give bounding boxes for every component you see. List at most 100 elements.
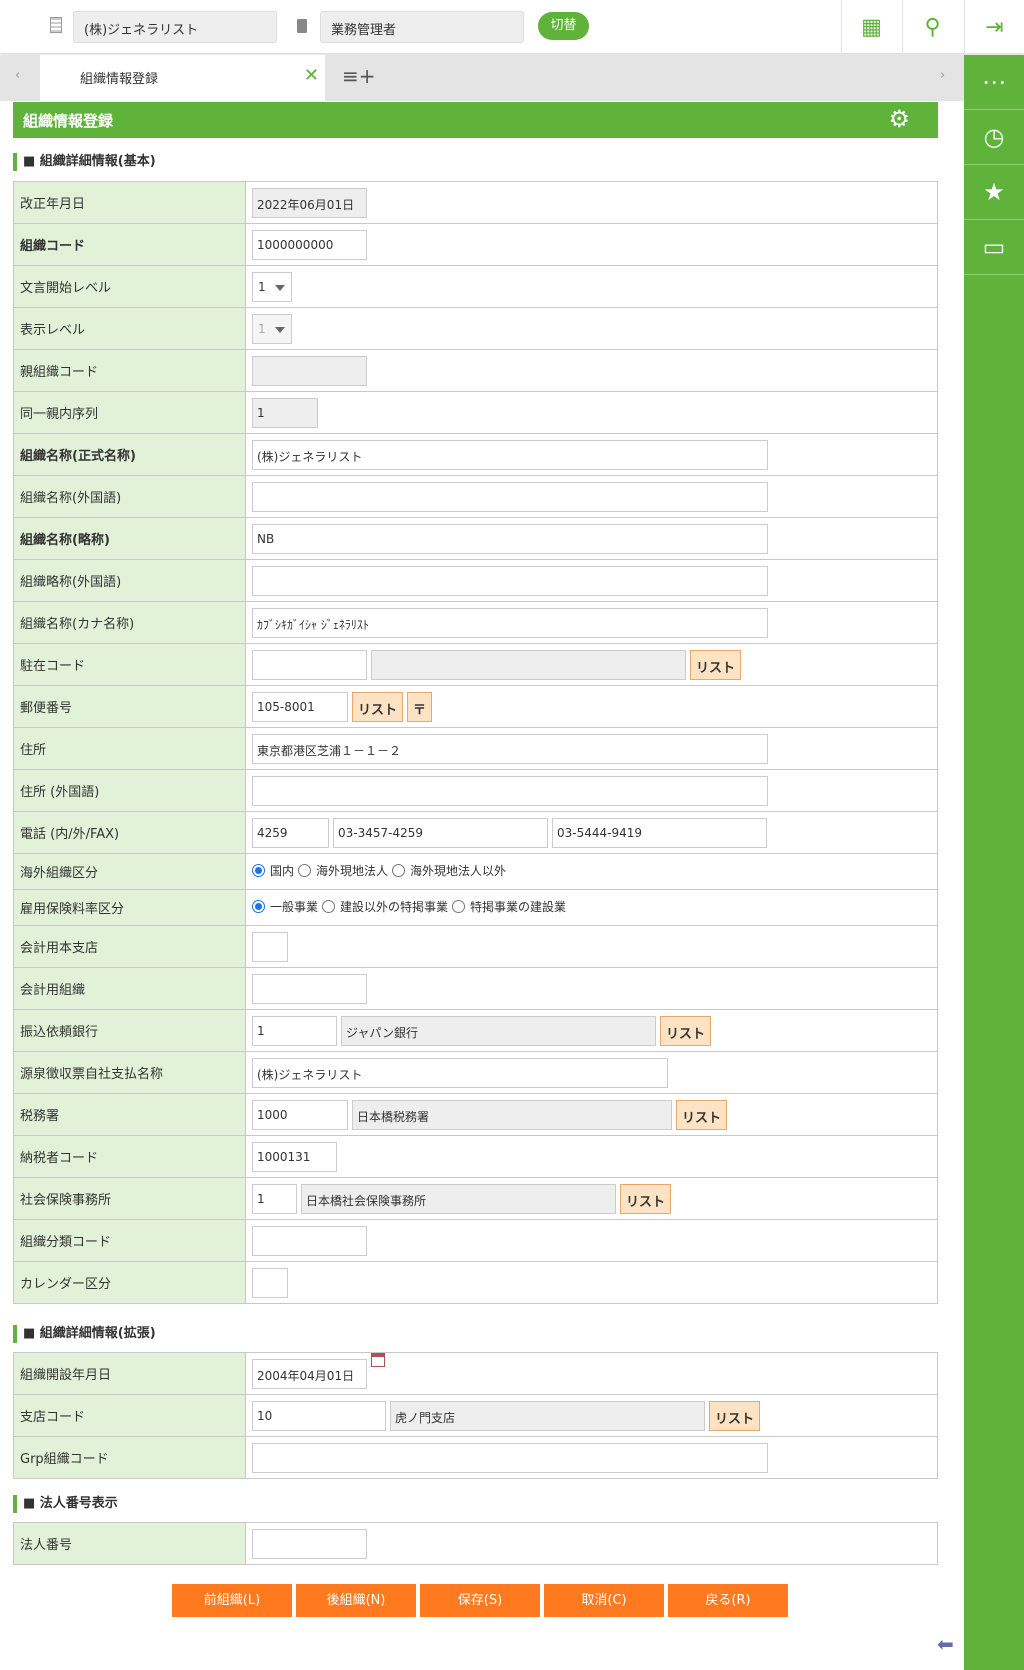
form-table: 改正年月日 2022年06月01日 組織コード 1000000000 文言開始レベル 1 表… <box>13 181 938 1304</box>
form-row: 電話 (内/外/FAX) 4259 03-3457-4259 03-5444-9419 <box>13 811 938 854</box>
field-label: カレンダー区分 <box>13 1261 246 1304</box>
form-row: 親組織コード <box>13 349 938 392</box>
form-row: 会計用本支店 <box>13 925 938 968</box>
text-input: 2022年06月01日 <box>252 187 367 218</box>
company-icon <box>50 17 62 33</box>
role-field[interactable]: 業務管理者 <box>320 11 524 43</box>
text-input[interactable] <box>252 1442 768 1473</box>
tab-scroll-left[interactable]: ‹ <box>15 68 20 83</box>
radio-icon <box>252 900 265 913</box>
text-input[interactable]: 4259 <box>252 817 329 848</box>
cancel-button[interactable]: 取消(C) <box>544 1584 664 1617</box>
form-row: 源泉徴収票自社支払名称 (株)ジェネラリスト <box>13 1051 938 1094</box>
list-button[interactable]: リスト <box>352 691 404 722</box>
company-field[interactable]: (株)ジェネラリスト <box>73 11 277 43</box>
field-label: 源泉徴収票自社支払名称 <box>13 1051 246 1094</box>
gear-icon[interactable]: ⚙ <box>888 105 910 133</box>
text-input[interactable] <box>252 481 768 512</box>
form-row: 組織分類コード <box>13 1219 938 1262</box>
radio-icon <box>452 900 466 913</box>
list-button[interactable]: リスト <box>690 649 742 680</box>
radio-icon <box>392 864 406 877</box>
field-value-cell: (株)ジェネラリスト <box>245 1051 938 1094</box>
text-input[interactable]: (株)ジェネラリスト <box>252 1057 668 1088</box>
form-row: 同一親内序列 1 <box>13 391 938 434</box>
level-select[interactable]: 1 <box>252 271 292 302</box>
text-input[interactable]: 1000 <box>252 1099 348 1130</box>
text-input[interactable]: 1000131 <box>252 1141 337 1172</box>
tab-org-register[interactable]: 組織情報登録 ✕ <box>40 55 325 101</box>
inbox-icon[interactable]: ▭ <box>964 220 1024 275</box>
text-input[interactable]: 10 <box>252 1400 386 1431</box>
text-input[interactable] <box>252 973 367 1004</box>
text-input[interactable] <box>252 931 288 962</box>
text-input[interactable]: (株)ジェネラリスト <box>252 439 768 470</box>
radio-option[interactable]: 一般事業 <box>252 898 318 915</box>
text-input[interactable] <box>252 649 367 680</box>
collapse-arrow-icon[interactable]: ⬅ <box>937 1632 954 1656</box>
radio-option[interactable]: 国内 <box>252 862 294 879</box>
text-input[interactable] <box>252 565 768 596</box>
history-icon[interactable]: ◷ <box>964 110 1024 165</box>
form-row: カレンダー区分 <box>13 1261 938 1304</box>
text-input[interactable]: 1 <box>252 1183 297 1214</box>
save-button[interactable]: 保存(S) <box>420 1584 540 1617</box>
apps-grid-icon[interactable]: ▦ <box>841 0 901 54</box>
list-button[interactable]: リスト <box>660 1015 712 1046</box>
field-label: 組織名称(略称) <box>13 517 246 560</box>
field-label: 振込依頼銀行 <box>13 1009 246 1052</box>
prev-org-button[interactable]: 前組織(L) <box>172 1584 292 1617</box>
list-button[interactable]: リスト <box>676 1099 728 1130</box>
add-tab-icon[interactable]: ≡+ <box>342 64 376 88</box>
postal-button[interactable]: 〒 <box>407 691 433 722</box>
field-label: 郵便番号 <box>13 685 246 728</box>
switch-button[interactable]: 切替 <box>538 12 589 40</box>
back-button[interactable]: 戻る(R) <box>668 1584 788 1617</box>
tab-scroll-right[interactable]: › <box>940 68 945 83</box>
field-label: 電話 (内/外/FAX) <box>13 811 246 854</box>
field-value-cell: 4259 03-3457-4259 03-5444-9419 <box>245 811 938 854</box>
text-input[interactable]: ｶﾌﾞｼｷｶﾞｲｼｬ ｼﾞｪﾈﾗﾘｽﾄ <box>252 607 768 638</box>
text-input: 日本橋税務署 <box>352 1099 672 1130</box>
radio-option[interactable]: 海外現地法人 <box>298 862 388 879</box>
field-value-cell: 1 <box>245 391 938 434</box>
text-input[interactable]: 1000000000 <box>252 229 367 260</box>
radio-option[interactable]: 海外現地法人以外 <box>392 862 506 879</box>
field-value-cell: リスト <box>245 643 938 686</box>
text-input[interactable] <box>252 775 768 806</box>
level-select[interactable]: 1 <box>252 313 292 344</box>
field-label: 雇用保険料率区分 <box>13 889 246 926</box>
list-button[interactable]: リスト <box>709 1400 761 1431</box>
text-input[interactable] <box>252 1267 288 1298</box>
field-value-cell: 一般事業 建設以外の特掲事業 特掲事業の建設業 <box>245 889 938 926</box>
text-input <box>252 355 367 386</box>
more-icon[interactable]: ⋯ <box>964 55 1024 110</box>
search-icon[interactable]: ⚲ <box>902 0 962 54</box>
field-value-cell: 1 <box>245 265 938 308</box>
radio-option[interactable]: 建設以外の特掲事業 <box>322 898 448 915</box>
form-row: 組織名称(カナ名称) ｶﾌﾞｼｷｶﾞｲｼｬ ｼﾞｪﾈﾗﾘｽﾄ <box>13 601 938 644</box>
radio-option[interactable]: 特掲事業の建設業 <box>452 898 566 915</box>
text-input: 1 <box>252 397 318 428</box>
text-input[interactable]: 03-5444-9419 <box>552 817 767 848</box>
close-icon[interactable]: ✕ <box>304 65 319 86</box>
text-input[interactable]: 105-8001 <box>252 691 348 722</box>
field-label: 同一親内序列 <box>13 391 246 434</box>
field-label: 海外組織区分 <box>13 853 246 890</box>
star-icon[interactable]: ★ <box>964 165 1024 220</box>
next-org-button[interactable]: 後組織(N) <box>296 1584 416 1617</box>
text-input[interactable]: 03-3457-4259 <box>333 817 548 848</box>
text-input[interactable]: 東京都港区芝浦１－１－２ <box>252 733 768 764</box>
text-input[interactable]: NB <box>252 523 768 554</box>
text-input[interactable]: 1 <box>252 1015 337 1046</box>
form-row: 雇用保険料率区分 一般事業 建設以外の特掲事業 特掲事業の建設業 <box>13 889 938 926</box>
text-input[interactable] <box>252 1225 367 1256</box>
list-button[interactable]: リスト <box>620 1183 672 1214</box>
field-label: 組織開設年月日 <box>13 1352 246 1395</box>
text-input[interactable] <box>252 1528 367 1559</box>
logout-icon[interactable]: ⇥ <box>964 0 1024 54</box>
form-row: 組織名称(正式名称) (株)ジェネラリスト <box>13 433 938 476</box>
calendar-icon[interactable] <box>371 1352 385 1367</box>
text-input[interactable]: 2004年04月01日 <box>252 1358 367 1389</box>
form-row: 文言開始レベル 1 <box>13 265 938 308</box>
